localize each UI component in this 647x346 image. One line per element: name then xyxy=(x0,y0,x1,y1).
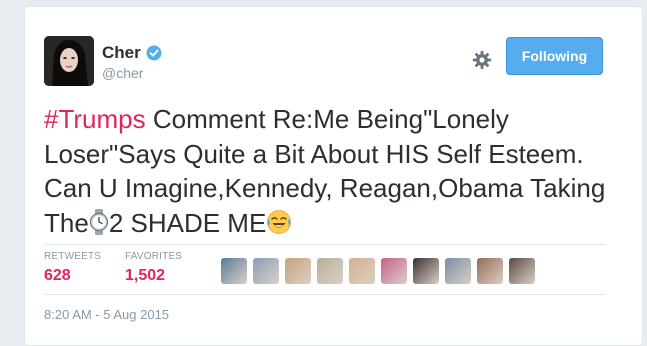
stats-top-divider xyxy=(44,244,606,245)
handle[interactable]: @cher xyxy=(102,65,143,81)
favorites-count: 1,502 xyxy=(125,267,166,284)
following-button[interactable]: Following xyxy=(506,37,603,75)
favoriter-avatar[interactable] xyxy=(285,258,311,284)
laughing-crying-emoji xyxy=(267,209,292,234)
favoriter-avatars xyxy=(221,258,535,284)
verified-badge-icon xyxy=(146,45,162,61)
avatar[interactable] xyxy=(44,36,94,86)
favorites-stat[interactable]: FAVORITES 1,502 xyxy=(125,251,182,285)
favoriter-avatar[interactable] xyxy=(349,258,375,284)
tweet-text: #Trumps Comment Re:Me Being"Lonely Loser… xyxy=(44,102,614,240)
stats-bottom-divider xyxy=(44,294,606,295)
retweets-stat[interactable]: RETWEETS 628 xyxy=(44,251,101,285)
favoriter-avatar[interactable] xyxy=(445,258,471,284)
favoriter-avatar[interactable] xyxy=(413,258,439,284)
favoriter-avatar[interactable] xyxy=(253,258,279,284)
favoriter-avatar[interactable] xyxy=(221,258,247,284)
name-row: Cher xyxy=(102,43,162,63)
favoriter-avatar[interactable] xyxy=(477,258,503,284)
hashtag-link[interactable]: #Trumps xyxy=(44,104,146,134)
avatar-image xyxy=(44,36,94,86)
tweet-card: Cher @cher Following #Trumps Comment Re:… xyxy=(24,6,643,346)
tweet-text-part-2: 2 SHADE ME xyxy=(108,207,267,238)
retweets-count: 628 xyxy=(44,267,71,284)
retweets-label: RETWEETS xyxy=(44,251,102,262)
watch-emoji xyxy=(89,208,108,235)
favoriter-avatar[interactable] xyxy=(381,258,407,284)
gear-icon[interactable] xyxy=(471,49,493,71)
favorites-label: FAVORITES xyxy=(125,251,183,262)
display-name[interactable]: Cher xyxy=(102,43,141,63)
favoriter-avatar[interactable] xyxy=(317,258,343,284)
tweet-timestamp[interactable]: 8:20 AM - 5 Aug 2015 xyxy=(44,307,169,322)
favoriter-avatar[interactable] xyxy=(509,258,535,284)
